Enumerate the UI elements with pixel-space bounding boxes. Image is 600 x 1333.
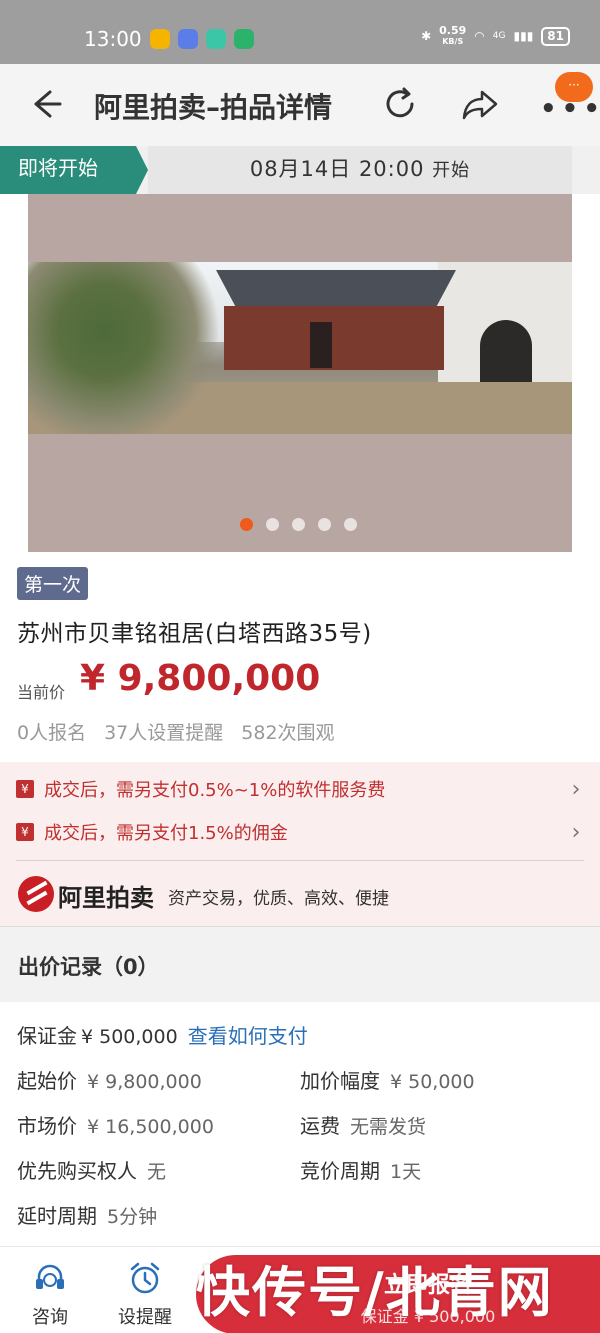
image-carousel[interactable]	[28, 194, 572, 552]
carousel-indicators	[240, 518, 357, 531]
fee-icon: ¥	[16, 780, 34, 798]
net-speed: 0.59 KB/S	[439, 24, 467, 46]
current-price: ¥ 9,800,000	[80, 658, 321, 699]
bid-record-label: 出价记录（0）	[18, 955, 159, 979]
increment-row: 加价幅度 ¥ 50,000	[300, 1069, 475, 1093]
brand-slogan: 资产交易，优质、高效、便捷	[168, 889, 389, 909]
signal-label: 4G	[492, 31, 506, 41]
item-title: 苏州市贝聿铭祖居(白塔西路35号)	[17, 621, 372, 647]
alarm-clock-icon	[130, 1262, 160, 1294]
signup-count: 0人报名	[17, 722, 87, 744]
auction-start-banner: 即将开始 08月14日 20:00 开始	[0, 146, 600, 194]
bluetooth-icon: ✱	[421, 29, 432, 43]
bid-record-section[interactable]: 出价记录（0）	[0, 926, 600, 1002]
auction-round-badge: 第一次	[17, 567, 89, 600]
back-arrow-icon[interactable]	[28, 86, 64, 122]
market-price-value: ¥ 16,500,000	[87, 1116, 214, 1138]
status-indicators: ✱ 0.59 KB/S ◠ 4G ▮▮▮ 81	[421, 25, 570, 47]
location-app-icon	[234, 29, 254, 49]
auction-details: 保证金 ¥ 500,000 查看如何支付 起始价 ¥ 9,800,000 加价幅度 ¥ …	[0, 1002, 600, 1246]
carousel-dot[interactable]	[318, 518, 331, 531]
priority-buyer-row: 优先购买权人无	[17, 1159, 167, 1183]
start-price-row: 起始价 ¥ 9,800,000	[17, 1069, 202, 1093]
battery-indicator: 81	[541, 26, 570, 46]
bid-cycle-row: 竞价周期 1天	[300, 1159, 422, 1183]
reminder-count: 37人设置提醒	[104, 722, 224, 744]
ali-auction-logo-icon	[18, 876, 54, 912]
consult-button[interactable]: 咨询	[24, 1261, 76, 1329]
deposit-value: ¥ 500,000	[81, 1026, 178, 1048]
priority-buyer-value: 无	[147, 1161, 167, 1183]
carousel-dot[interactable]	[292, 518, 305, 531]
carousel-dot[interactable]	[344, 518, 357, 531]
delay-cycle-value: 5分钟	[107, 1206, 158, 1228]
brand-name: 阿里拍卖	[58, 884, 154, 912]
title-bar: 阿里拍卖–拍品详情 • • • ···	[0, 64, 600, 146]
chevron-right-icon: ›	[571, 819, 581, 845]
chat-app-icon	[206, 29, 226, 49]
fee-notices: ¥ 成交后，需另支付0.5%~1%的软件服务费 › ¥ 成交后，需另支付1.5%…	[0, 762, 600, 926]
deposit-row: 保证金 ¥ 500,000 查看如何支付	[17, 1024, 308, 1048]
notification-badge[interactable]: ···	[555, 72, 593, 102]
wifi-icon: ◠	[474, 29, 485, 43]
shipping-value: 无需发货	[350, 1116, 427, 1138]
carousel-dot[interactable]	[240, 518, 253, 531]
commission-text: 成交后，需另支付1.5%的佣金	[44, 823, 288, 844]
carousel-dot[interactable]	[266, 518, 279, 531]
service-fee-text: 成交后，需另支付0.5%~1%的软件服务费	[44, 780, 386, 801]
refresh-icon[interactable]	[380, 84, 420, 124]
current-price-label: 当前价	[17, 683, 66, 702]
status-tag: 即将开始	[0, 146, 148, 194]
start-price-value: ¥ 9,800,000	[87, 1071, 202, 1093]
view-count: 582次围观	[241, 722, 335, 744]
weibo-icon	[150, 29, 170, 49]
commission-row[interactable]: ¥ 成交后，需另支付1.5%的佣金 ›	[16, 815, 586, 849]
delay-cycle-row: 延时周期 5分钟	[17, 1204, 158, 1228]
market-price-row: 市场价 ¥ 16,500,000	[17, 1114, 214, 1138]
start-time: 08月14日 20:00 开始	[148, 146, 572, 194]
chevron-right-icon: ›	[571, 776, 581, 802]
status-notification-icons	[150, 29, 254, 49]
share-icon[interactable]	[460, 84, 500, 124]
signal-icon: ▮▮▮	[513, 29, 534, 43]
status-time: 13:00	[84, 27, 142, 51]
property-photo	[28, 262, 572, 434]
service-fee-row[interactable]: ¥ 成交后，需另支付0.5%~1%的软件服务费 ›	[16, 772, 586, 806]
how-to-pay-link[interactable]: 查看如何支付	[188, 1024, 308, 1048]
status-bar: 13:00 ✱ 0.59 KB/S ◠ 4G ▮▮▮ 81	[0, 0, 600, 64]
divider	[16, 860, 584, 861]
source-watermark: 快传号/北青网	[196, 1261, 554, 1324]
page-title: 阿里拍卖–拍品详情	[94, 91, 333, 124]
message-app-icon	[178, 29, 198, 49]
page: 13:00 ✱ 0.59 KB/S ◠ 4G ▮▮▮ 81 阿里拍卖–拍品详情	[0, 0, 600, 1333]
shipping-row: 运费 无需发货	[300, 1114, 427, 1138]
item-stats: 0人报名 37人设置提醒 582次围观	[17, 718, 335, 745]
set-reminder-button[interactable]: 设提醒	[114, 1261, 176, 1329]
fee-icon: ¥	[16, 823, 34, 841]
bid-cycle-value: 1天	[390, 1161, 422, 1183]
arched-gate	[480, 320, 532, 390]
headset-icon	[36, 1264, 64, 1289]
increment-value: ¥ 50,000	[390, 1071, 475, 1093]
